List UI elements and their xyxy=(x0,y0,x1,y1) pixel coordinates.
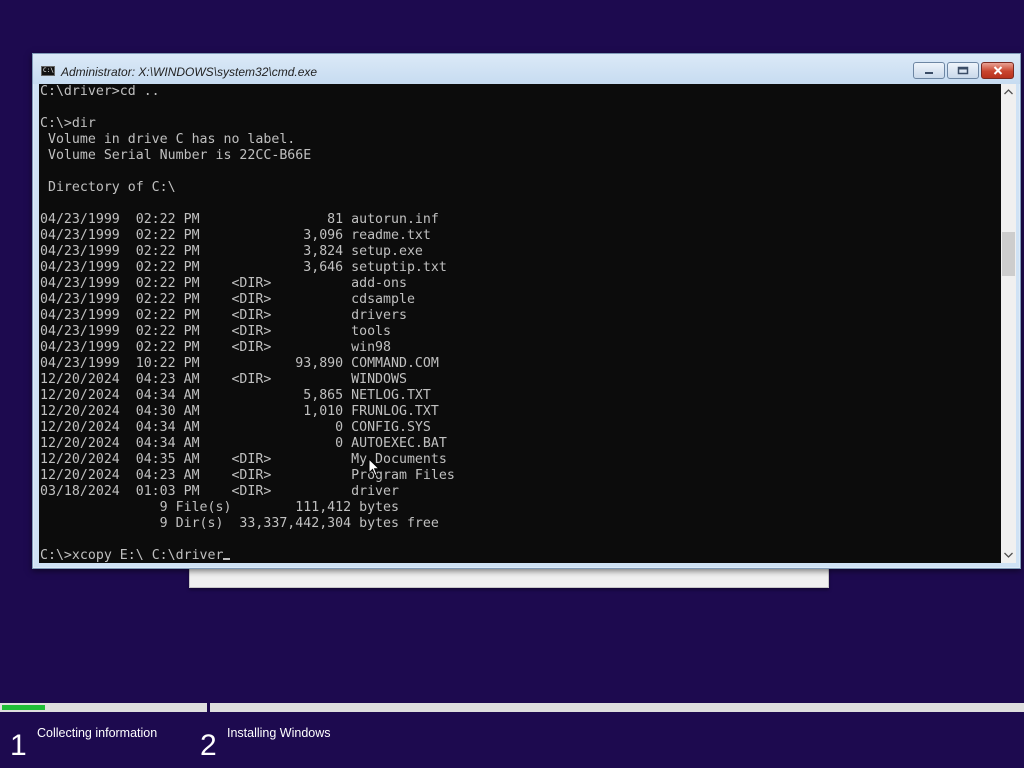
console-output: C:\driver>cd .. C:\>dir Volume in drive … xyxy=(39,84,1001,548)
console-line: 9 Dir(s) 33,337,442,304 bytes free xyxy=(40,516,439,531)
console-line: 04/23/1999 02:22 PM <DIR> cdsample xyxy=(40,292,415,307)
window-title: Administrator: X:\WINDOWS\system32\cmd.e… xyxy=(61,65,318,79)
console-line: 04/23/1999 02:22 PM 3,096 readme.txt xyxy=(40,228,431,243)
close-button[interactable] xyxy=(981,62,1014,79)
command-prompt: C:\> xyxy=(40,548,72,563)
setup-progress-bar xyxy=(0,703,1024,714)
step-number: 1 xyxy=(10,729,27,762)
vertical-scrollbar[interactable] xyxy=(1001,84,1016,563)
step-label: Installing Windows xyxy=(227,726,331,740)
maximize-button[interactable] xyxy=(947,62,979,79)
console-line: Directory of C:\ xyxy=(40,180,176,195)
progress-divider xyxy=(207,703,210,714)
console-line: C:\>dir xyxy=(40,116,96,131)
console-line: 04/23/1999 02:22 PM 3,824 setup.exe xyxy=(40,244,423,259)
command-line[interactable]: C:\>xcopy E:\ C:\driver xyxy=(39,548,1001,563)
maximize-icon xyxy=(957,66,969,75)
console-line: 04/23/1999 02:22 PM <DIR> win98 xyxy=(40,340,391,355)
title-bar[interactable]: C:\ Administrator: X:\WINDOWS\system32\c… xyxy=(33,54,1020,84)
console-area[interactable]: C:\driver>cd .. C:\>dir Volume in drive … xyxy=(39,84,1001,563)
console-line: 12/20/2024 04:30 AM 1,010 FRUNLOG.TXT xyxy=(40,404,439,419)
scroll-down-icon xyxy=(1004,552,1013,558)
minimize-button[interactable] xyxy=(913,62,945,79)
scroll-thumb[interactable] xyxy=(1002,232,1015,276)
console-line: 04/23/1999 02:22 PM <DIR> add-ons xyxy=(40,276,407,291)
step-label: Collecting information xyxy=(37,726,158,740)
text-caret xyxy=(222,558,230,560)
console-line: 04/23/1999 02:22 PM <DIR> tools xyxy=(40,324,391,339)
console-line: 12/20/2024 04:35 AM <DIR> My Documents xyxy=(40,452,447,467)
console-line: 03/18/2024 01:03 PM <DIR> driver xyxy=(40,484,399,499)
console-line: Volume Serial Number is 22CC-B66E xyxy=(40,148,312,163)
console-line: 12/20/2024 04:34 AM 5,865 NETLOG.TXT xyxy=(40,388,431,403)
console-line: 04/23/1999 02:22 PM <DIR> drivers xyxy=(40,308,407,323)
console-line: 04/23/1999 02:22 PM 3,646 setuptip.txt xyxy=(40,260,447,275)
mouse-pointer-icon xyxy=(368,458,380,477)
cmd-prompt-icon: C:\ xyxy=(41,66,55,76)
console-line: 12/20/2024 04:34 AM 0 CONFIG.SYS xyxy=(40,420,431,435)
console-line: Volume in drive C has no label. xyxy=(40,132,296,147)
command-input[interactable]: xcopy E:\ C:\driver xyxy=(72,548,224,563)
cmd-window: C:\ Administrator: X:\WINDOWS\system32\c… xyxy=(32,53,1021,569)
window-controls xyxy=(913,62,1014,79)
console-line: C:\driver>cd .. xyxy=(40,84,160,99)
console-line: 04/23/1999 02:22 PM 81 autorun.inf xyxy=(40,212,439,227)
progress-fill-step1 xyxy=(2,705,45,710)
scroll-up-button[interactable] xyxy=(1001,84,1016,100)
setup-background: C:\ Administrator: X:\WINDOWS\system32\c… xyxy=(0,0,1024,768)
scroll-up-icon xyxy=(1004,89,1013,95)
scroll-down-button[interactable] xyxy=(1001,547,1016,563)
console-line: 9 File(s) 111,412 bytes xyxy=(40,500,399,515)
step-number: 2 xyxy=(200,729,217,762)
console-line: 12/20/2024 04:23 AM <DIR> WINDOWS xyxy=(40,372,407,387)
console-line: 12/20/2024 04:34 AM 0 AUTOEXEC.BAT xyxy=(40,436,447,451)
console-line: 12/20/2024 04:23 AM <DIR> Program Files xyxy=(40,468,455,483)
console-line: 04/23/1999 10:22 PM 93,890 COMMAND.COM xyxy=(40,356,439,371)
close-icon xyxy=(993,66,1002,75)
minimize-icon xyxy=(925,71,933,74)
